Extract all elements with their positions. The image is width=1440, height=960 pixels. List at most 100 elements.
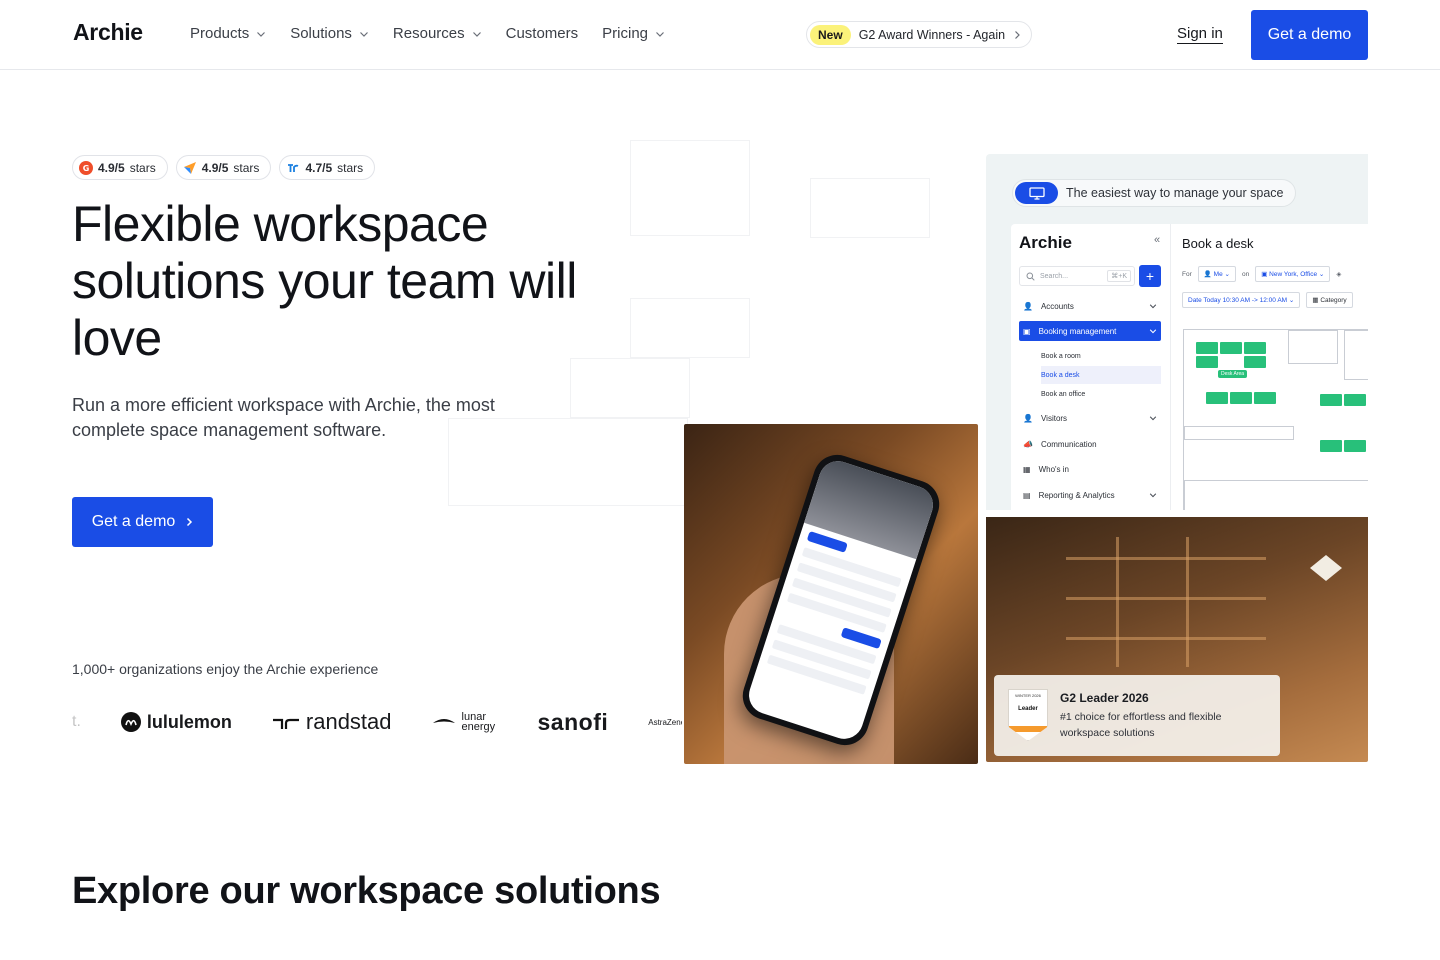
app-logo: Archie bbox=[1019, 233, 1072, 252]
sidebar-item-visitors: 👤 Visitors bbox=[1019, 408, 1161, 428]
phone-screen bbox=[744, 456, 938, 744]
lululemon-logo: lululemon bbox=[120, 711, 232, 733]
shelf bbox=[1116, 537, 1119, 667]
sidebar-item-whos-in: ▦ Who's in bbox=[1019, 459, 1161, 479]
rating-g2-score: 4.9/5 bbox=[98, 160, 125, 175]
lunar-energy-logo: lunar energy bbox=[432, 711, 498, 733]
nav-pricing[interactable]: Pricing bbox=[602, 25, 665, 42]
rating-capterra-suffix: stars bbox=[233, 160, 260, 175]
nav-pricing-label: Pricing bbox=[602, 25, 649, 42]
get-demo-button-hero[interactable]: Get a demo bbox=[72, 497, 213, 547]
background-decoration bbox=[570, 358, 690, 418]
g2-leader-badge: WINTER 2026 Leader bbox=[1008, 689, 1048, 741]
app-search-input: Search... ⌘+K bbox=[1019, 266, 1135, 286]
shelf bbox=[1066, 557, 1266, 560]
app-window: Archie « Search... ⌘+K + 👤 Accounts ▣ Book… bbox=[1011, 224, 1368, 510]
phone-app-photo bbox=[684, 424, 978, 764]
sub-item-book-office: Book an office bbox=[1041, 390, 1086, 398]
nav-resources-label: Resources bbox=[392, 25, 465, 42]
desk bbox=[1244, 356, 1266, 368]
room-outline bbox=[1184, 480, 1368, 510]
room-outline bbox=[1184, 426, 1294, 440]
lunar-energy-text: lunar energy bbox=[461, 711, 496, 733]
g2-badge-stripe bbox=[1009, 726, 1047, 732]
award-text: G2 Award Winners - Again bbox=[858, 27, 1006, 42]
mockup-tagline-pill: The easiest way to manage your space bbox=[1012, 179, 1297, 207]
rating-capterra-score: 4.9/5 bbox=[201, 160, 229, 175]
rating-capterra[interactable]: 4.9/5 stars bbox=[175, 155, 272, 180]
nav-solutions[interactable]: Solutions bbox=[290, 25, 369, 42]
book-desk-title: Book a desk bbox=[1182, 236, 1254, 251]
g2-award-text: #1 choice for effortless and flexible wo… bbox=[1060, 711, 1222, 739]
booking-filters: For 👤 Me ⌄ on ▣ New York, Office ⌄ ◈ bbox=[1182, 266, 1341, 282]
nav-products[interactable]: Products bbox=[190, 25, 266, 42]
sanofi-logo: sanofi bbox=[537, 708, 609, 735]
chevron-down-icon bbox=[472, 31, 481, 37]
chevron-right-icon bbox=[187, 517, 193, 527]
chevron-down-icon bbox=[1149, 304, 1157, 309]
g2-icon: G bbox=[79, 160, 93, 175]
product-mockup: The easiest way to manage your space Arc… bbox=[986, 154, 1368, 510]
nav-resources[interactable]: Resources bbox=[393, 25, 482, 42]
layers-icon: ◈ bbox=[1336, 271, 1342, 278]
building-icon: ▦ bbox=[1023, 464, 1031, 474]
date-filters: Date Today 10:30 AM -> 12:00 AM ⌄ ▦ Cate… bbox=[1182, 292, 1353, 308]
background-decoration bbox=[810, 178, 930, 238]
sidebar-item-label: Visitors bbox=[1040, 413, 1068, 423]
svg-text:G: G bbox=[83, 164, 90, 173]
sign-in-link[interactable]: Sign in bbox=[1177, 25, 1223, 44]
monitor-icon bbox=[1015, 182, 1058, 204]
search-shortcut: ⌘+K bbox=[1107, 270, 1131, 282]
desk bbox=[1196, 342, 1218, 354]
chevron-down-icon bbox=[656, 31, 664, 37]
desk bbox=[1220, 342, 1242, 354]
nav-customers-label: Customers bbox=[505, 25, 579, 42]
organizations-text: 1,000+ organizations enjoy the Archie ex… bbox=[72, 661, 379, 677]
capterra-icon bbox=[183, 161, 196, 174]
filter-date-chip: Date Today 10:30 AM -> 12:00 AM ⌄ bbox=[1182, 292, 1301, 308]
collapse-sidebar-icon: « bbox=[1154, 234, 1161, 246]
customer-logo: t. bbox=[72, 713, 81, 730]
g2-badge-season: WINTER 2026 bbox=[1015, 693, 1041, 698]
sidebar-item-label: Booking management bbox=[1038, 326, 1117, 336]
nav-customers[interactable]: Customers bbox=[506, 25, 579, 42]
room-outline bbox=[1288, 330, 1338, 364]
randstad-logo: randstad bbox=[272, 709, 392, 735]
rating-trustradius[interactable]: 4.7/5 stars bbox=[279, 155, 376, 180]
award-announcement-link[interactable]: New G2 Award Winners - Again bbox=[806, 21, 1033, 48]
users-icon: 👤 bbox=[1023, 301, 1033, 311]
calendar-icon: ▣ bbox=[1023, 326, 1031, 336]
desk bbox=[1320, 394, 1342, 406]
app-sidebar: Archie « Search... ⌘+K + 👤 Accounts ▣ Book… bbox=[1011, 224, 1171, 510]
filter-person-chip: 👤 Me ⌄ bbox=[1197, 266, 1236, 282]
calendar-icon: ▣ bbox=[1261, 271, 1268, 278]
g2-award-card: WINTER 2026 Leader G2 Leader 2026 #1 cho… bbox=[994, 675, 1280, 756]
get-demo-button-header[interactable]: Get a demo bbox=[1251, 10, 1368, 60]
filter-date-label: Date Today 10:30 AM -> 12:00 AM bbox=[1188, 297, 1288, 304]
astrazeneca-logo: AstraZeneca bbox=[648, 717, 682, 727]
rating-g2[interactable]: G 4.9/5 stars bbox=[72, 155, 168, 180]
explore-solutions-heading: Explore our workspace solutions bbox=[72, 870, 661, 912]
room-outline bbox=[1344, 330, 1368, 380]
sidebar-item-label: Who's in bbox=[1038, 464, 1069, 474]
shelf bbox=[1066, 597, 1266, 600]
lunar-mark-icon bbox=[432, 719, 455, 723]
sub-item-book-room: Book a room bbox=[1041, 352, 1081, 360]
shelf bbox=[1186, 537, 1189, 667]
sidebar-item-accounts: 👤 Accounts bbox=[1019, 296, 1161, 316]
sidebar-item-label: Accounts bbox=[1040, 301, 1074, 311]
visitor-icon: 👤 bbox=[1023, 413, 1033, 423]
sidebar-item-label: Communication bbox=[1040, 439, 1097, 449]
lululemon-text: lululemon bbox=[146, 711, 232, 732]
rating-badges: G 4.9/5 stars 4.9/5 stars 4.7/5 stars bbox=[72, 155, 376, 180]
desk bbox=[1344, 394, 1366, 406]
desk bbox=[1196, 356, 1218, 368]
megaphone-icon: 📣 bbox=[1023, 439, 1033, 449]
chevron-right-icon bbox=[1015, 30, 1020, 39]
shelf bbox=[1066, 637, 1266, 640]
chart-icon: ▤ bbox=[1023, 490, 1031, 500]
sub-item-book-desk: Book a desk bbox=[1041, 366, 1161, 384]
app-main-panel: Book a desk For 👤 Me ⌄ on ▣ New York, Of… bbox=[1171, 224, 1368, 510]
filter-on-label: on bbox=[1241, 270, 1250, 278]
archie-logo[interactable]: Archie bbox=[73, 19, 143, 46]
